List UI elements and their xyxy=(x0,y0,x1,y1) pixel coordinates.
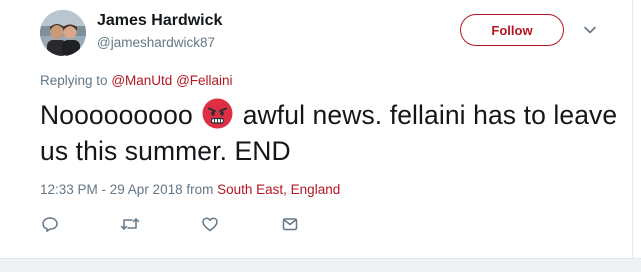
user-display-name[interactable]: James Hardwick xyxy=(97,12,222,30)
direct-message-icon[interactable] xyxy=(280,214,300,234)
mention-link-manutd[interactable]: @ManUtd xyxy=(111,73,172,88)
retweet-icon[interactable] xyxy=(120,214,140,234)
tweet-text-part-1: Nooooooooo xyxy=(40,100,193,130)
mention-link-fellaini[interactable]: @Fellaini xyxy=(176,73,232,88)
avatar[interactable] xyxy=(40,10,86,56)
tweet-text: Nooooooooo awful news. fellaini has to l… xyxy=(40,97,620,169)
location-link[interactable]: South East, England xyxy=(217,182,340,197)
follow-button[interactable]: Follow xyxy=(460,14,564,46)
timestamp[interactable]: 12:33 PM - 29 Apr 2018 xyxy=(40,182,183,197)
tweet-meta: 12:33 PM - 29 Apr 2018 from South East, … xyxy=(40,182,340,197)
angry-face-icon xyxy=(202,98,233,129)
like-icon[interactable] xyxy=(200,214,220,234)
user-handle[interactable]: @jameshardwick87 xyxy=(97,35,215,50)
from-label: from xyxy=(186,182,214,197)
divider xyxy=(40,200,641,201)
replying-to: Replying to @ManUtd @Fellaini xyxy=(40,73,233,88)
replying-to-label: Replying to xyxy=(40,73,108,88)
card-right-border xyxy=(632,0,633,258)
timeline-background xyxy=(0,258,641,272)
chevron-down-icon[interactable] xyxy=(583,23,597,37)
tweet-card: James Hardwick @jameshardwick87 Follow R… xyxy=(0,0,641,272)
reply-icon[interactable] xyxy=(40,214,60,234)
profile-photo-icon xyxy=(40,10,86,56)
